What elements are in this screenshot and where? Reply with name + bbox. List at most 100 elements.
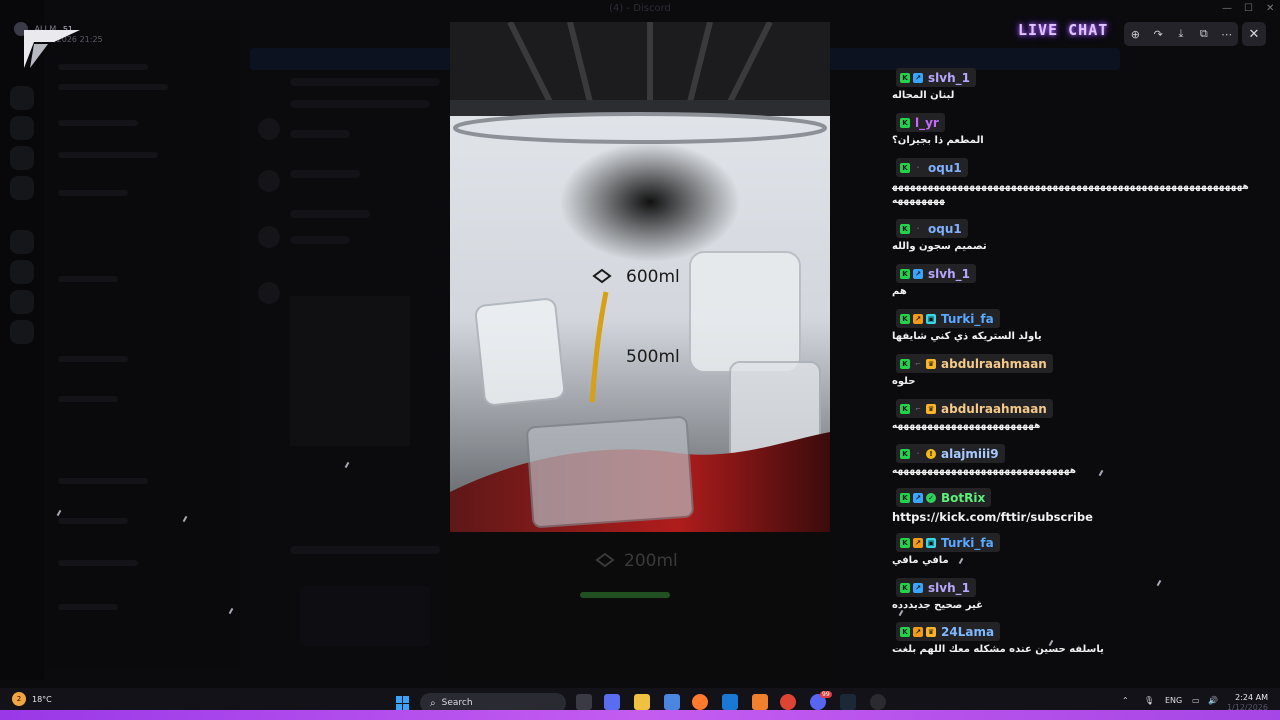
- file-explorer-icon[interactable]: [634, 694, 650, 710]
- chat-user-chip[interactable]: K ⌐ ♛ abdulraahmaan: [896, 399, 1053, 418]
- chat-user-chip[interactable]: K l_yr: [896, 113, 945, 132]
- verified-badge-icon: ↗: [913, 72, 923, 83]
- gift-badge-icon: ↗: [913, 537, 923, 548]
- gift-badge-icon: ↗: [913, 313, 923, 324]
- label-200ml: 200ml: [624, 551, 678, 571]
- verified-badge-icon: ↗: [913, 268, 923, 279]
- chat-user-chip[interactable]: K ↗ ▣ Turki_fa: [896, 309, 1000, 328]
- chat-user-chip[interactable]: K ↗ slvh_1: [896, 264, 976, 283]
- chrome-icon[interactable]: [780, 694, 796, 710]
- logo-icon: [24, 30, 80, 68]
- kick-badge-icon: K: [900, 72, 910, 83]
- app-icon[interactable]: [752, 694, 768, 710]
- chat-user-chip[interactable]: K · ! alajmiii9: [896, 444, 1005, 463]
- zoom-in-icon[interactable]: ⊕: [1126, 25, 1144, 43]
- viewed-photo[interactable]: 600ml 500ml 200ml: [450, 22, 830, 680]
- dot-badge-icon: ·: [916, 163, 920, 172]
- server-icon[interactable]: [10, 176, 34, 200]
- kick-badge-icon: K: [900, 582, 910, 593]
- chat-message-text: هههههههههههههههههههههههههههههههههههههههه…: [892, 182, 1249, 206]
- search-placeholder: Search: [441, 698, 473, 708]
- kick-badge-icon: K: [900, 492, 910, 503]
- chat-message-link[interactable]: https://kick.com/fttir/subscribe: [892, 510, 1252, 524]
- channel-list: [44, 20, 240, 670]
- task-view-icon[interactable]: [576, 694, 592, 710]
- chat-user-chip[interactable]: K ↗ ✓ BotRix: [896, 488, 992, 507]
- coin-badge-icon: !: [926, 448, 936, 459]
- chat-message-text: ياسلفه حسين عنده مشكله معك اللهم بلغت: [892, 644, 1104, 655]
- bot-badge-icon: ✓: [926, 492, 936, 503]
- server-icon[interactable]: [10, 146, 34, 170]
- chat-message-text: ههههههههههههههههههههههههههههههه: [892, 466, 1076, 476]
- server-icon[interactable]: [10, 290, 34, 314]
- app-icon[interactable]: [870, 694, 886, 710]
- minimize-icon[interactable]: —: [1222, 3, 1232, 14]
- chat-user-chip[interactable]: K ↗ slvh_1: [896, 578, 976, 597]
- chat-username: BotRix: [941, 490, 986, 505]
- chat-message-text: تصميم سجون والله: [892, 241, 987, 252]
- chat-username: alajmiii9: [941, 446, 999, 461]
- download-icon[interactable]: ⤓: [1172, 25, 1190, 43]
- steam-icon[interactable]: [840, 694, 856, 710]
- microphone-icon[interactable]: 🎙: [1144, 696, 1154, 705]
- sub-badge-icon: ♛: [926, 403, 936, 414]
- open-external-icon[interactable]: ⧉: [1195, 25, 1213, 43]
- copilot-icon[interactable]: [604, 694, 620, 710]
- chat-username: abdulraahmaan: [941, 401, 1047, 416]
- chat-user-chip[interactable]: K · oqu1: [896, 158, 968, 177]
- weather-icon: 2: [12, 692, 26, 706]
- chat-user-chip[interactable]: K · oqu1: [896, 219, 968, 238]
- server-icon[interactable]: [10, 320, 34, 344]
- forward-icon[interactable]: ↷: [1149, 25, 1167, 43]
- close-icon[interactable]: ✕: [1242, 22, 1266, 46]
- chat-username: l_yr: [915, 115, 939, 130]
- language-indicator[interactable]: ENG: [1165, 696, 1182, 705]
- chat-user-chip[interactable]: K ⌐ ♛ abdulraahmaan: [896, 354, 1053, 373]
- chat-username: abdulraahmaan: [941, 356, 1047, 371]
- live-chat-title: LIVE CHAT: [1018, 21, 1109, 39]
- kick-badge-icon: K: [900, 162, 910, 173]
- kick-badge-icon: K: [900, 268, 910, 279]
- chat-username: slvh_1: [928, 266, 970, 281]
- kick-badge-icon: K: [900, 626, 910, 637]
- taskbar-accent-bar: [0, 710, 1280, 720]
- weather-widget[interactable]: 2 18°C: [12, 692, 52, 706]
- windows-start-icon[interactable]: [396, 696, 410, 710]
- server-icon[interactable]: [10, 230, 34, 254]
- maximize-icon[interactable]: ☐: [1244, 3, 1253, 14]
- label-600ml: 600ml: [626, 267, 680, 287]
- chat-user-chip[interactable]: K ↗ slvh_1: [896, 68, 976, 87]
- kick-badge-icon: K: [900, 537, 910, 548]
- server-icon[interactable]: [10, 260, 34, 284]
- firefox-icon[interactable]: [692, 694, 708, 710]
- sub-badge-icon: ▣: [926, 537, 936, 548]
- gift-badge-icon: ↗: [913, 626, 923, 637]
- window-title: (4) - Discord: [609, 3, 671, 14]
- chat-message-text: هم: [892, 286, 907, 297]
- chat-message-text: ههههههههههههههههههههههههه: [892, 421, 1041, 431]
- chat-message-text: ياولد الستريكه ذي كني شايفها: [892, 331, 1042, 342]
- window-close-icon[interactable]: ✕: [1266, 3, 1274, 14]
- server-icon[interactable]: [10, 116, 34, 140]
- kick-badge-icon: K: [900, 358, 910, 369]
- clock-time: 2:24 AM: [1235, 693, 1268, 702]
- chat-username: 24Lama: [941, 624, 995, 639]
- verified-badge-icon: ↗: [913, 492, 923, 503]
- chat-username: Turki_fa: [941, 535, 994, 550]
- outlook-icon[interactable]: [722, 694, 738, 710]
- discord-notification-badge: 99: [820, 691, 832, 698]
- more-icon[interactable]: ⋯: [1218, 25, 1236, 43]
- sub-badge-icon: ▣: [926, 313, 936, 324]
- chat-message-text: غير صحيح جديددده: [892, 600, 983, 611]
- network-icon[interactable]: ▭: [1192, 696, 1200, 705]
- tray-chevron-icon[interactable]: ⌃: [1122, 696, 1129, 705]
- kick-badge-icon: K: [900, 403, 910, 414]
- chat-username: slvh_1: [928, 580, 970, 595]
- chat-message-text: المطعم ذا بجيزان؟: [892, 135, 984, 146]
- store-icon[interactable]: [664, 694, 680, 710]
- chat-user-chip[interactable]: K ↗ ▣ Turki_fa: [896, 533, 1000, 552]
- chat-user-chip[interactable]: K ↗ ♛ 24Lama: [896, 622, 1001, 641]
- server-icon[interactable]: [10, 86, 34, 110]
- volume-icon[interactable]: 🔊: [1208, 696, 1218, 705]
- kick-badge-icon: K: [900, 223, 910, 234]
